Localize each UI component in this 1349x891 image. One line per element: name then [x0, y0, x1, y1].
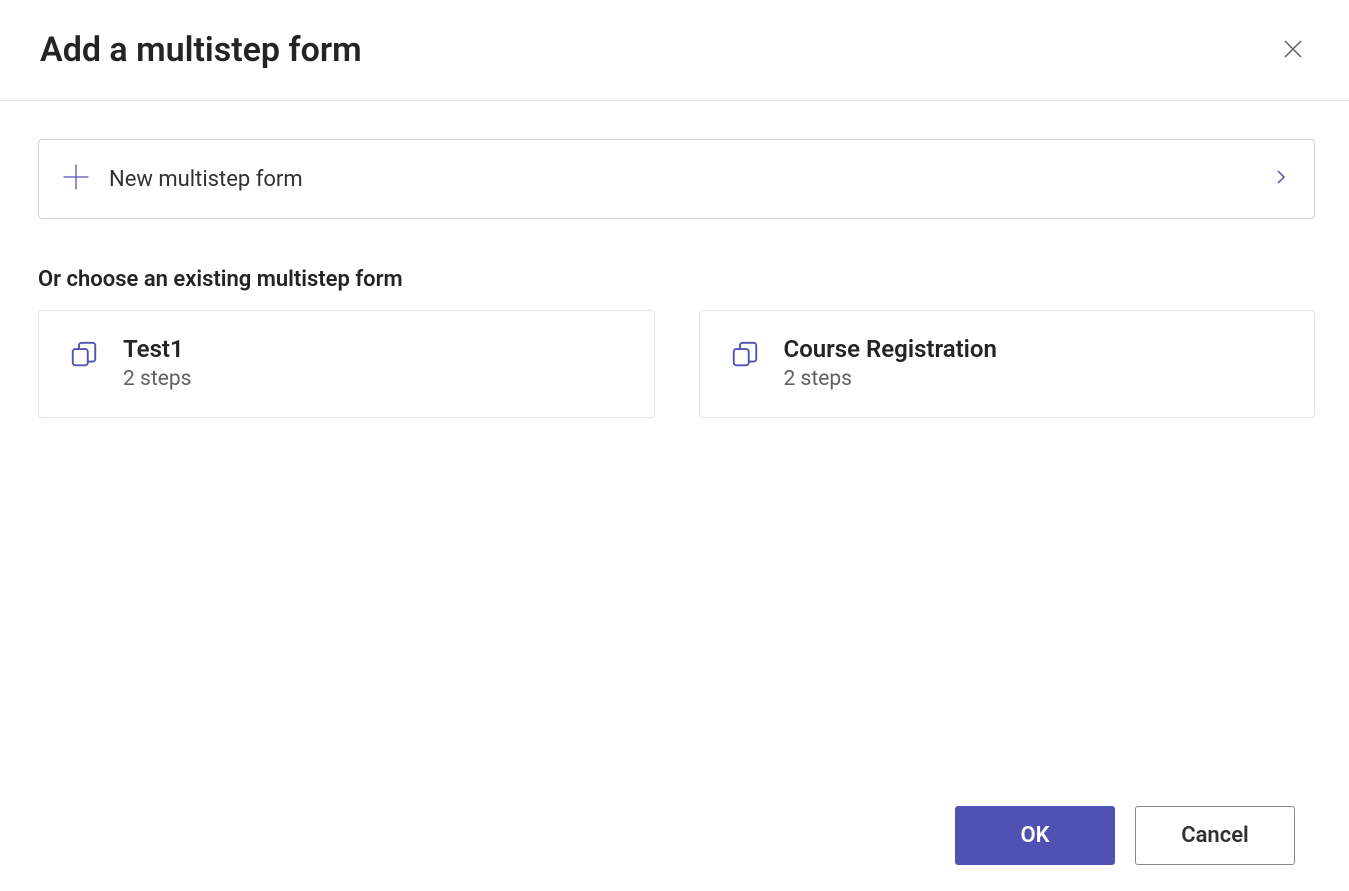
dialog-footer: OK Cancel	[955, 806, 1295, 865]
cancel-button[interactable]: Cancel	[1135, 806, 1295, 865]
chevron-right-icon	[1272, 168, 1290, 190]
dialog-title: Add a multistep form	[40, 30, 362, 70]
ok-button[interactable]: OK	[955, 806, 1115, 865]
form-cards-container: Test1 2 steps Course Registration 2 step…	[38, 310, 1315, 418]
new-form-left: New multistep form	[61, 162, 303, 196]
close-button[interactable]	[1277, 33, 1309, 68]
new-multistep-form-button[interactable]: New multistep form	[38, 139, 1315, 219]
dialog-body: New multistep form Or choose an existing…	[0, 101, 1349, 418]
new-form-label: New multistep form	[109, 167, 303, 192]
form-card-title: Course Registration	[784, 335, 997, 363]
form-icon	[730, 339, 760, 373]
existing-forms-heading: Or choose an existing multistep form	[38, 267, 1315, 292]
plus-icon	[61, 162, 91, 196]
form-card-course-registration[interactable]: Course Registration 2 steps	[699, 310, 1316, 418]
form-card-text: Test1 2 steps	[123, 335, 192, 391]
form-card-subtitle: 2 steps	[123, 367, 192, 391]
form-card-subtitle: 2 steps	[784, 367, 997, 391]
form-card-test1[interactable]: Test1 2 steps	[38, 310, 655, 418]
form-icon	[69, 339, 99, 373]
form-card-title: Test1	[123, 335, 192, 363]
dialog-header: Add a multistep form	[0, 0, 1349, 101]
form-card-text: Course Registration 2 steps	[784, 335, 997, 391]
close-icon	[1281, 37, 1305, 64]
